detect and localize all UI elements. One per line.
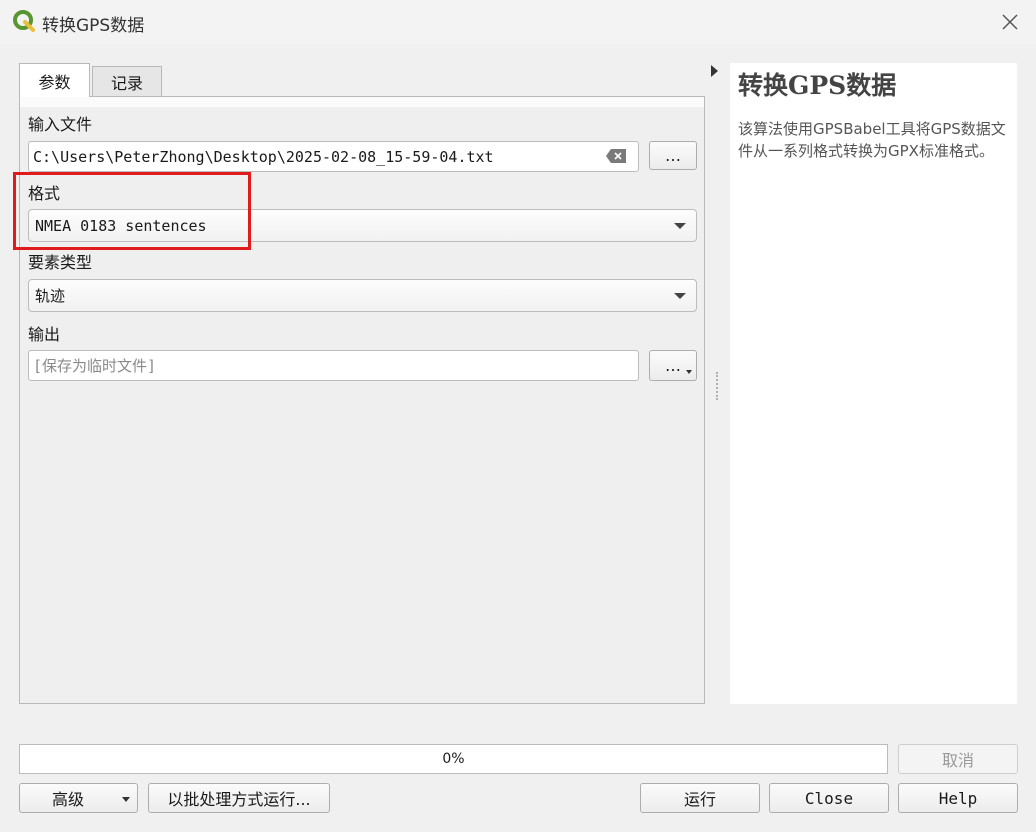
advanced-label: 高级: [52, 790, 85, 809]
output-browse-button[interactable]: …: [649, 350, 697, 381]
chevron-down-icon: [122, 797, 130, 802]
tab-log[interactable]: 记录: [92, 66, 162, 96]
cancel-button[interactable]: 取消: [898, 744, 1018, 774]
format-value: NMEA 0183 sentences: [35, 216, 207, 235]
dropdown-arrow-icon: [686, 370, 692, 374]
tab-params[interactable]: 参数: [19, 63, 90, 97]
format-select[interactable]: NMEA 0183 sentences: [28, 209, 697, 242]
progress-text: 0%: [442, 751, 465, 767]
batch-process-button[interactable]: 以批处理方式运行...: [148, 783, 330, 813]
panel-header-strip: [20, 97, 704, 107]
output-placeholder: [保存为临时文件]: [33, 357, 157, 375]
input-file-field[interactable]: C:\Users\PeterZhong\Desktop\2025-02-08_1…: [28, 141, 639, 172]
qgis-logo-icon: [12, 9, 36, 33]
window-title: 转换GPS数据: [42, 16, 145, 36]
params-panel: [19, 96, 705, 704]
input-file-label: 输入文件: [28, 115, 93, 134]
advanced-button[interactable]: 高级: [19, 783, 138, 813]
help-description: 该算法使用GPSBabel工具将GPS数据文件从一系列格式转换为GPX标准格式。: [738, 120, 1006, 160]
feature-type-value: 轨迹: [35, 287, 66, 305]
run-button[interactable]: 运行: [640, 783, 760, 813]
help-button[interactable]: Help: [898, 783, 1018, 813]
input-file-value: C:\Users\PeterZhong\Desktop\2025-02-08_1…: [33, 147, 494, 166]
output-field[interactable]: [保存为临时文件]: [28, 350, 639, 381]
progress-bar: 0%: [19, 744, 888, 774]
output-browse-label: …: [665, 356, 681, 375]
title-bar: [0, 0, 1036, 44]
splitter-handle[interactable]: [716, 372, 718, 400]
clear-backspace-icon[interactable]: [605, 148, 627, 164]
format-label: 格式: [28, 184, 61, 203]
feature-type-select[interactable]: 轨迹: [28, 279, 697, 312]
input-file-browse-button[interactable]: …: [649, 141, 697, 170]
chevron-down-icon: [674, 292, 686, 299]
output-label: 输出: [28, 325, 61, 344]
close-button[interactable]: Close: [769, 783, 889, 813]
collapse-help-icon[interactable]: [711, 65, 718, 77]
help-title: 转换GPS数据: [738, 71, 897, 100]
feature-type-label: 要素类型: [28, 253, 93, 272]
chevron-down-icon: [674, 222, 686, 229]
close-icon[interactable]: [996, 8, 1024, 36]
